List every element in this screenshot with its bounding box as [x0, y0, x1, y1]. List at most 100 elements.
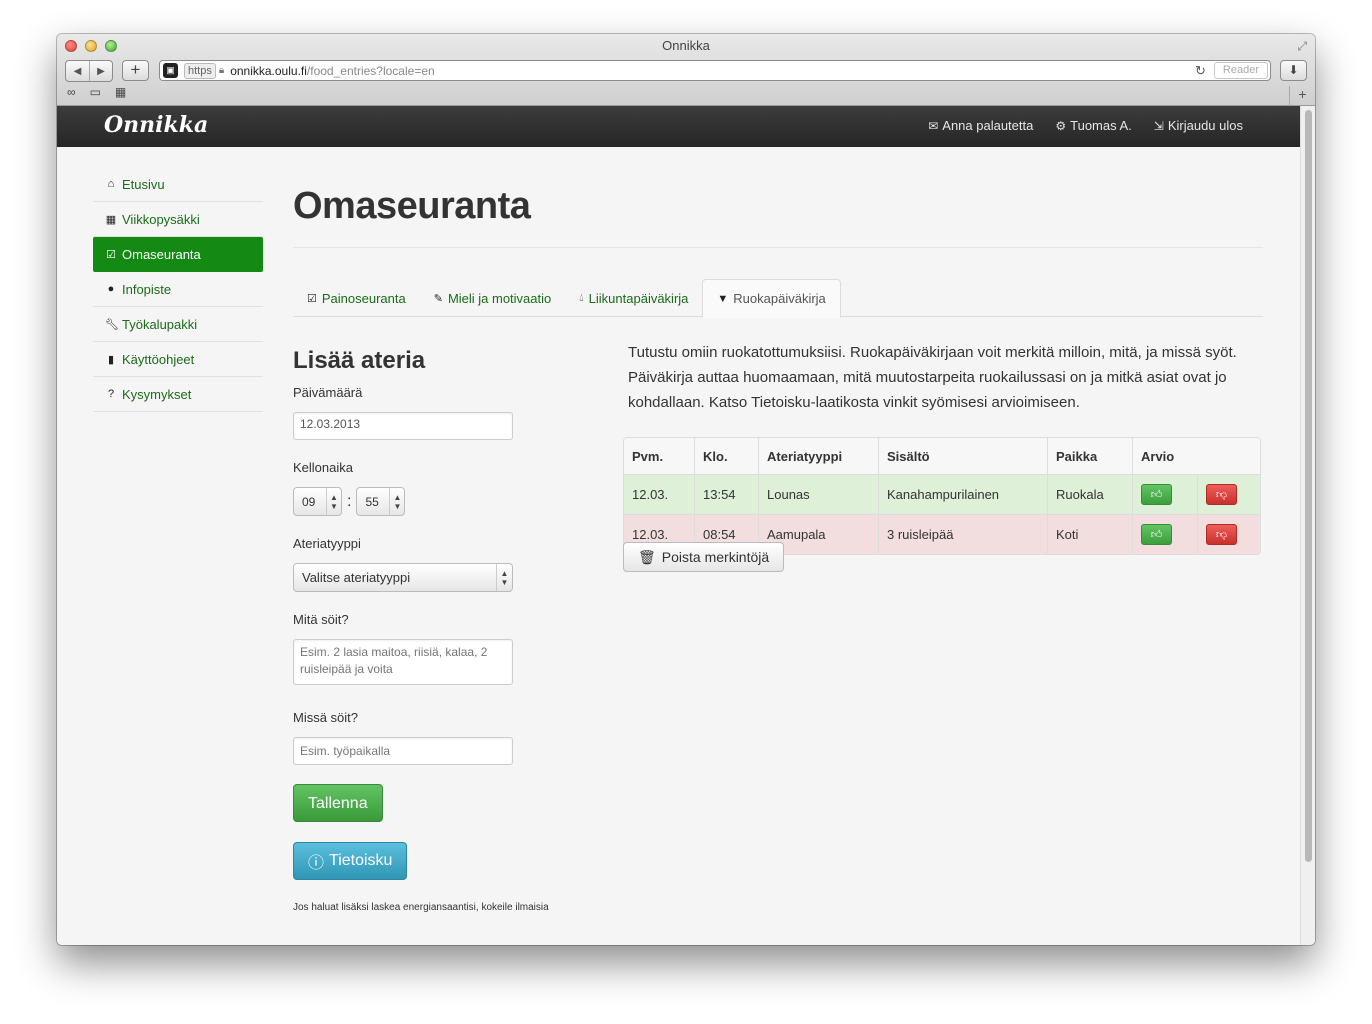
- sidebar-item-tyokalupakki[interactable]: 🔧︎ Työkalupakki: [93, 307, 263, 342]
- cell-rate-up: 👍︎: [1132, 474, 1197, 514]
- check-icon: ☑: [106, 248, 116, 261]
- thumbs-up-icon: 👍︎: [1150, 489, 1163, 501]
- cell-rate-down: 👎︎: [1197, 474, 1260, 514]
- sidebar-item-omaseuranta[interactable]: ☑ Omaseuranta: [93, 237, 263, 272]
- add-bookmark-button[interactable]: +: [122, 60, 149, 81]
- date-label: Päivämäärä: [293, 385, 363, 400]
- tab-liikuntapaivakirja[interactable]: 💧︎ Liikuntapäiväkirja: [565, 279, 702, 317]
- meal-type-value: Valitse ateriatyyppi: [302, 570, 411, 585]
- url-path: /food_entries?locale=en: [306, 63, 435, 78]
- delete-entries-button[interactable]: 🗑︎ Poista merkintöjä: [623, 542, 785, 572]
- scrollbar-thumb[interactable]: [1305, 110, 1312, 862]
- window-title: Onnikka: [662, 38, 710, 53]
- cell-content: 3 ruisleipää: [878, 514, 1047, 554]
- feedback-label: Anna palautetta: [942, 118, 1034, 133]
- cell-date: 12.03.: [624, 474, 694, 514]
- feedback-link[interactable]: ✉ Anna palautetta: [928, 118, 1033, 133]
- save-row: Tallenna: [293, 784, 553, 822]
- bookmarks-icon[interactable]: ▭: [90, 85, 101, 99]
- drop-icon: 💧︎: [579, 291, 584, 304]
- glass-icon: ▼: [717, 292, 729, 305]
- cell-type: Lounas: [758, 474, 878, 514]
- main-content: Omaseuranta ☑ Painoseuranta ✎ Mieli ja m…: [293, 167, 1263, 913]
- sidebar-item-kayttoohjeet[interactable]: ▮ Käyttöohjeet: [93, 342, 263, 377]
- energy-footnote: Jos haluat lisäksi laskea energiansaanti…: [293, 902, 549, 913]
- reload-icon[interactable]: ↻: [1195, 63, 1206, 79]
- thumbs-up-button[interactable]: 👍︎: [1141, 524, 1172, 545]
- info-button[interactable]: ⓘ Tietoisku: [293, 842, 408, 880]
- site-navbar: Onnikka ✉ Anna palautetta ⚙ Tuomas A. ⇲ …: [57, 106, 1300, 147]
- fullscreen-icon[interactable]: ⤢: [1297, 39, 1307, 54]
- thumbs-down-button[interactable]: 👎︎: [1206, 524, 1237, 545]
- tab-label: Mieli ja motivaatio: [447, 290, 552, 306]
- wrench-icon: 🔧︎: [105, 318, 119, 331]
- reading-list-icon[interactable]: ∞: [67, 85, 76, 99]
- sidebar-item-viikkopysakki[interactable]: ▦ Viikkopysäkki: [93, 202, 263, 237]
- new-tab-button[interactable]: +: [1289, 86, 1315, 106]
- envelope-icon: ✉: [928, 118, 939, 133]
- cell-place: Koti: [1047, 514, 1132, 554]
- sidebar-item-infopiste[interactable]: ● Infopiste: [93, 272, 263, 307]
- topnav: ✉ Anna palautetta ⚙ Tuomas A. ⇲ Kirjaudu…: [928, 118, 1243, 133]
- trash-icon: 🗑︎: [638, 548, 656, 565]
- sidebar-item-label: Käyttöohjeet: [122, 351, 195, 367]
- browser-window: Onnikka ⤢ ◀ ▶ + ▣ https 🔒︎ onnikka.oulu.…: [57, 34, 1315, 945]
- thumbs-down-icon: 👎︎: [1215, 529, 1228, 541]
- what-textarea[interactable]: [293, 639, 513, 685]
- bookmarks-bar: ∞ ▭ ▦: [67, 85, 126, 99]
- thumbs-down-icon: 👎︎: [1215, 489, 1228, 501]
- date-input[interactable]: 12.03.2013: [293, 412, 513, 440]
- forward-button[interactable]: ▶: [89, 61, 112, 81]
- pencil-icon: ✎: [433, 292, 443, 305]
- address-bar[interactable]: ▣ https 🔒︎ onnikka.oulu.fi /food_entries…: [159, 60, 1271, 81]
- info-icon: ⓘ: [308, 855, 325, 872]
- add-meal-form: Lisää ateria Päivämäärä 12.03.2013 Kello…: [293, 347, 553, 913]
- book-icon: ▮: [107, 353, 115, 366]
- thumbs-up-button[interactable]: 👍︎: [1141, 484, 1172, 505]
- meal-type-select[interactable]: Valitse ateriatyyppi ▲ ▼: [293, 563, 513, 592]
- downloads-button[interactable]: ⬇: [1280, 60, 1307, 81]
- table-header-row: Pvm. Klo. Ateriatyyppi Sisältö Paikka Ar…: [624, 438, 1260, 474]
- logout-link[interactable]: ⇲ Kirjaudu ulos: [1154, 118, 1243, 133]
- entries-table: Pvm. Klo. Ateriatyyppi Sisältö Paikka Ar…: [623, 437, 1261, 555]
- reader-button[interactable]: Reader: [1213, 62, 1268, 79]
- save-button[interactable]: Tallenna: [293, 784, 383, 822]
- question-icon: ?: [107, 388, 115, 400]
- tab-label: Liikuntapäiväkirja: [588, 290, 689, 306]
- back-button[interactable]: ◀: [66, 61, 89, 81]
- info-button-label: Tietoisku: [329, 852, 393, 869]
- cell-place: Ruokala: [1047, 474, 1132, 514]
- tab-mieli-ja-motivaatio[interactable]: ✎ Mieli ja motivaatio: [420, 279, 566, 317]
- where-input[interactable]: [293, 737, 513, 765]
- thumbs-down-button[interactable]: 👎︎: [1206, 484, 1237, 505]
- hour-select[interactable]: 09 ▲ ▼: [293, 487, 342, 516]
- table-header: Pvm.: [624, 438, 694, 474]
- sidebar-item-label: Työkalupakki: [122, 316, 198, 332]
- sidebar-item-etusivu[interactable]: ⌂ Etusivu: [93, 167, 263, 202]
- user-menu-link[interactable]: ⚙ Tuomas A.: [1055, 118, 1131, 133]
- tabs: ☑ Painoseuranta ✎ Mieli ja motivaatio 💧︎…: [293, 279, 1263, 318]
- minute-select[interactable]: 55 ▲ ▼: [356, 487, 406, 516]
- select-arrows-icon: ▲ ▼: [496, 564, 512, 591]
- minute-value: 55: [365, 494, 379, 509]
- select-arrows-icon: ▲ ▼: [326, 488, 341, 515]
- thumbs-up-icon: 👍︎: [1150, 529, 1163, 541]
- user-name: Tuomas A.: [1070, 118, 1132, 133]
- tab-ruokapaivakirja[interactable]: ▼ Ruokapäiväkirja: [702, 279, 841, 318]
- info-icon: ●: [107, 283, 115, 295]
- what-label: Mitä söit?: [293, 612, 349, 627]
- select-arrows-icon: ▲ ▼: [389, 488, 404, 515]
- top-sites-icon[interactable]: ▦: [115, 85, 126, 99]
- tab-label: Painoseuranta: [321, 290, 406, 306]
- site-logo[interactable]: Onnikka: [104, 112, 208, 138]
- tab-painoseuranta[interactable]: ☑ Painoseuranta: [293, 279, 420, 317]
- table-row: 12.03. 13:54 Lounas Kanahampurilainen Ru…: [624, 474, 1260, 514]
- cog-icon: ⚙: [1055, 118, 1067, 133]
- page-scrollbar[interactable]: [1300, 106, 1315, 945]
- intro-text: Tutustu omiin ruokatottumuksiisi. Ruokap…: [628, 344, 1237, 411]
- table-header: Arvio: [1132, 438, 1260, 474]
- logout-icon: ⇲: [1153, 118, 1164, 133]
- check-icon: ☑: [307, 292, 317, 305]
- sidebar-item-kysymykset[interactable]: ? Kysymykset: [93, 377, 263, 412]
- time-separator: :: [347, 492, 352, 510]
